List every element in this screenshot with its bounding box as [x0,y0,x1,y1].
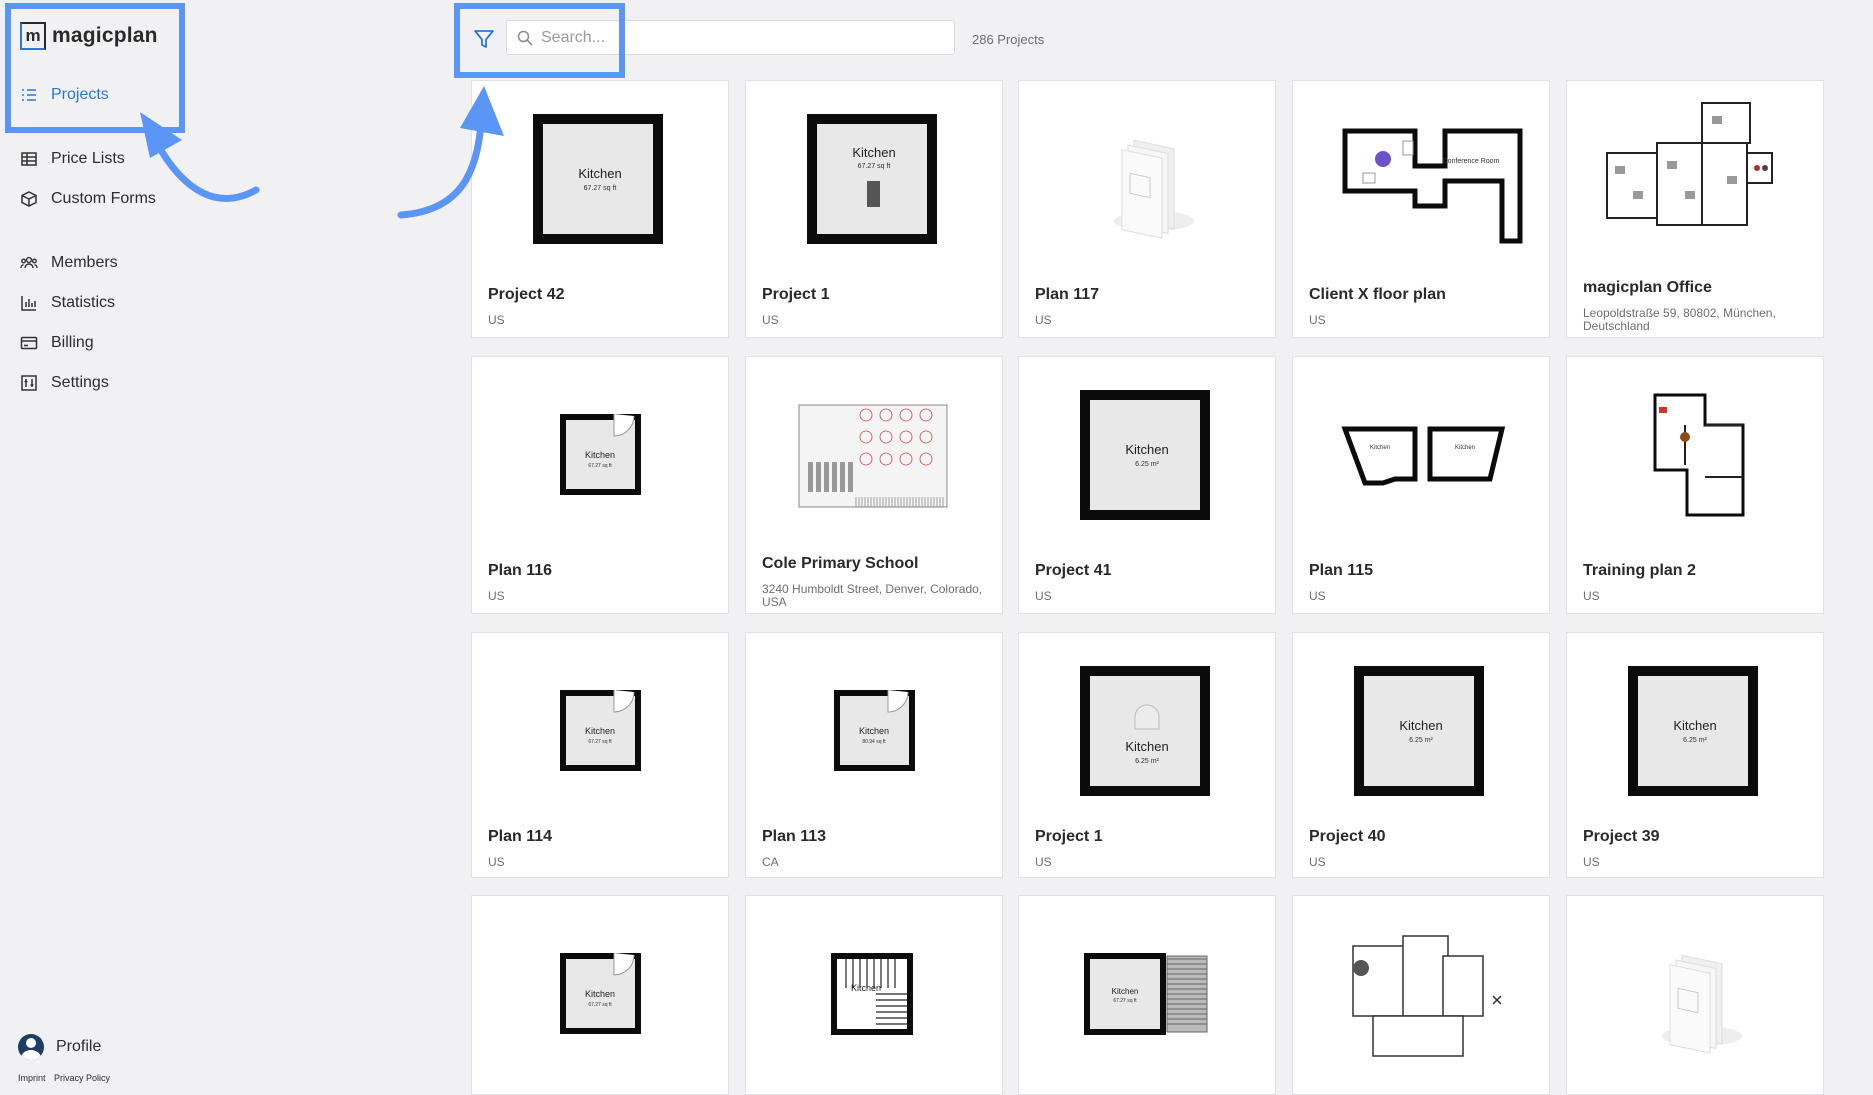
annotation-arrows [140,86,504,219]
